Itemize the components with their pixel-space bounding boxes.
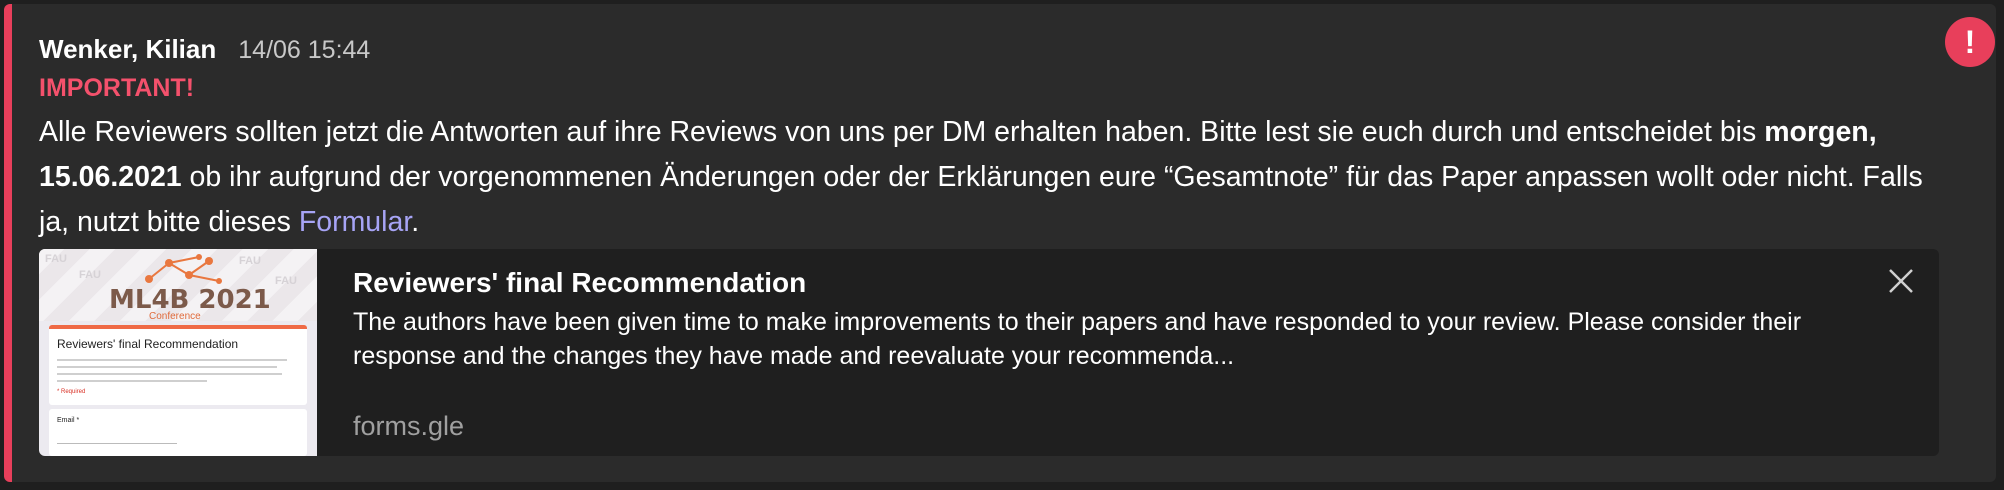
link-preview-thumbnail: FAU FAU FAU FAU ML4B 2021 Conference Rev… xyxy=(39,249,317,456)
message-header: Wenker, Kilian 14/06 15:44 xyxy=(39,34,370,65)
thumbnail-watermark: FAU xyxy=(239,255,261,267)
message-body: Alle Reviewers sollten jetzt die Antwort… xyxy=(39,110,1959,245)
thumbnail-text-line xyxy=(57,380,207,382)
thumbnail-text-line xyxy=(57,373,282,375)
thumbnail-form-title: Reviewers' final Recommendation xyxy=(57,337,239,351)
thumbnail-required-label: * Required xyxy=(57,389,86,395)
thumbnail-text-line xyxy=(57,359,287,361)
link-preview-title[interactable]: Reviewers' final Recommendation xyxy=(353,267,806,299)
thumbnail-email-line xyxy=(57,443,177,444)
link-preview-description: The authors have been given time to make… xyxy=(353,308,1802,370)
close-preview-button[interactable] xyxy=(1883,263,1919,299)
author-name[interactable]: Wenker, Kilian xyxy=(39,34,216,65)
chat-message: Wenker, Kilian 14/06 15:44 IMPORTANT! Al… xyxy=(4,4,1996,482)
thumbnail-watermark: FAU xyxy=(45,253,67,265)
thumbnail-email-card: Email * xyxy=(49,409,307,456)
exclamation-icon: ! xyxy=(1945,17,1995,67)
form-link[interactable]: Formular xyxy=(299,206,411,238)
thumbnail-email-label: Email * xyxy=(57,417,80,424)
link-preview-card[interactable]: FAU FAU FAU FAU ML4B 2021 Conference Rev… xyxy=(39,249,1939,456)
close-icon xyxy=(1889,269,1913,293)
link-preview-domain: forms.gle xyxy=(353,411,465,441)
thumbnail-form-card: Reviewers' final Recommendation * Requir… xyxy=(49,325,307,405)
message-text: . xyxy=(411,206,420,238)
thumbnail-watermark: FAU xyxy=(275,275,297,287)
thumbnail-logo-subtitle: Conference xyxy=(149,311,201,322)
message-text: Alle Reviewers sollten jetzt die Antwort… xyxy=(39,116,1765,148)
importance-label: IMPORTANT! xyxy=(39,74,195,102)
importance-accent-bar xyxy=(4,4,12,482)
network-logo-icon xyxy=(145,254,222,284)
thumbnail-text-line xyxy=(57,366,277,368)
thumbnail-watermark: FAU xyxy=(79,269,101,281)
message-timestamp: 14/06 15:44 xyxy=(238,36,371,64)
